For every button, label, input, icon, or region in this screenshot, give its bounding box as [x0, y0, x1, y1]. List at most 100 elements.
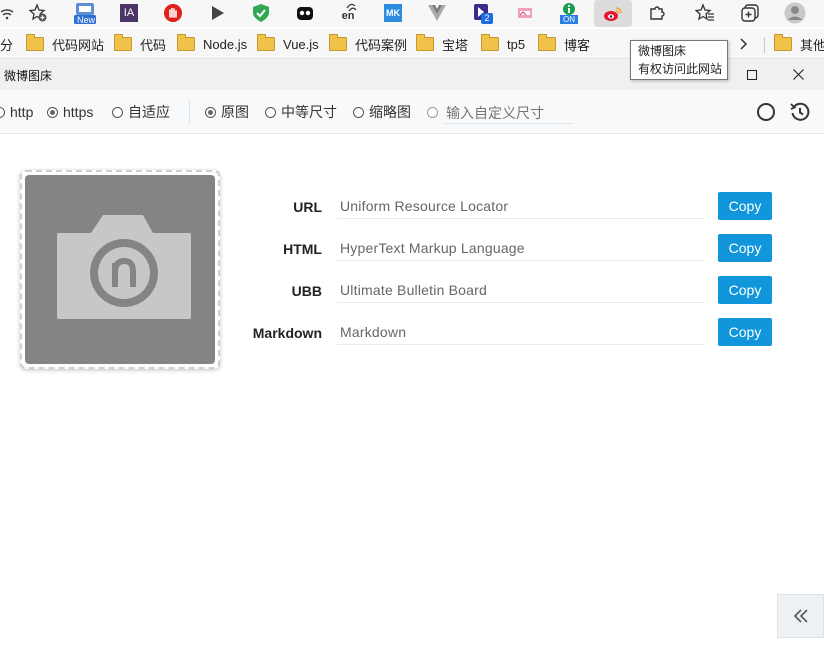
- other-bookmarks-folder[interactable]: 其他收: [774, 34, 824, 53]
- mk-icon[interactable]: MK: [382, 2, 404, 24]
- vue-devtools-icon[interactable]: [426, 2, 448, 24]
- play-icon[interactable]: [206, 2, 228, 24]
- other-bookmarks-label: 其他收: [800, 37, 824, 53]
- history-icon[interactable]: [789, 101, 811, 123]
- radio-icon: [112, 106, 123, 118]
- close-button[interactable]: [775, 59, 821, 90]
- new-badge-text: New: [76, 15, 95, 25]
- copy-html-button[interactable]: Copy: [718, 234, 772, 262]
- radio-label: https: [63, 104, 94, 120]
- image-drop-zone[interactable]: [20, 170, 220, 369]
- url-value-field[interactable]: Uniform Resource Locator: [337, 195, 705, 219]
- mk-icon-text: MK: [384, 4, 402, 22]
- row-label: Markdown: [252, 325, 322, 341]
- shield-check-icon[interactable]: [250, 2, 272, 24]
- size-custom-radio[interactable]: [427, 103, 443, 121]
- folder-icon: [26, 34, 44, 51]
- radio-label: http: [10, 104, 34, 120]
- image-placeholder: [25, 175, 215, 364]
- info-on-icon[interactable]: ON: [558, 2, 580, 24]
- bear-mask-icon[interactable]: [294, 2, 316, 24]
- ia-icon[interactable]: IA: [118, 2, 140, 24]
- bookmark-label: 代码案例: [355, 37, 408, 53]
- weibo-icon[interactable]: [594, 0, 632, 27]
- translate-icon[interactable]: en: [337, 2, 359, 24]
- radio-icon: [353, 106, 364, 118]
- collections-icon[interactable]: [739, 2, 761, 24]
- loading-circle-icon[interactable]: [755, 101, 777, 123]
- size-thumbnail-radio[interactable]: 缩略图: [353, 103, 411, 121]
- folder-icon: [329, 34, 347, 51]
- bookmark-folder[interactable]: 代码网站: [26, 34, 104, 53]
- radio-icon: [0, 106, 5, 118]
- protocol-https-radio[interactable]: https: [47, 103, 93, 121]
- protocol-http-radio[interactable]: http: [0, 103, 33, 121]
- copy-markdown-button[interactable]: Copy: [718, 318, 772, 346]
- markdown-value-field[interactable]: Markdown: [337, 321, 705, 345]
- radio-selected-icon: [47, 106, 58, 118]
- bookmark-folder[interactable]: 代码案例: [329, 34, 408, 53]
- profile-icon[interactable]: [784, 2, 806, 24]
- maximize-icon: [747, 69, 757, 80]
- bookmark-label: tp5: [507, 36, 526, 52]
- ubb-value-field[interactable]: Ultimate Bulletin Board: [337, 279, 705, 303]
- maximize-button[interactable]: [729, 59, 775, 90]
- bookmark-folder[interactable]: tp5: [481, 34, 526, 53]
- favorites-icon[interactable]: [694, 2, 716, 24]
- folder-icon: [257, 34, 275, 51]
- picture-icon[interactable]: [514, 2, 536, 24]
- bookmark-label: 代码: [140, 37, 167, 53]
- protocol-auto-radio[interactable]: 自适应: [112, 103, 170, 121]
- folder-icon: [538, 34, 556, 51]
- double-chevron-left-icon: [793, 609, 808, 623]
- toolbar-divider: [189, 100, 190, 124]
- row-label: UBB: [291, 283, 322, 299]
- bookmark-folder[interactable]: 代码: [114, 34, 167, 53]
- bookmark-label: 博客: [564, 37, 591, 53]
- info-on-badge: ON: [563, 15, 575, 24]
- copy-url-button[interactable]: Copy: [718, 192, 772, 220]
- wifi-icon[interactable]: [0, 2, 16, 24]
- ia-icon-text: IA: [120, 4, 138, 22]
- bookmarks-overflow-chevron-icon[interactable]: [738, 35, 748, 53]
- html-value-field[interactable]: HyperText Markup Language: [337, 237, 705, 261]
- tab-counter-icon[interactable]: 2: [471, 2, 493, 24]
- radio-icon: [427, 106, 438, 118]
- radio-label: 中等尺寸: [281, 104, 337, 120]
- bookmark-item[interactable]: 分: [0, 35, 13, 53]
- folder-icon: [177, 34, 195, 51]
- radio-icon: [265, 106, 276, 118]
- close-icon: [792, 69, 804, 80]
- custom-size-input[interactable]: [444, 103, 574, 124]
- row-label: HTML: [283, 241, 322, 257]
- popup-title: 微博图床: [4, 69, 53, 83]
- tooltip-title: 微博图床: [638, 44, 687, 58]
- tooltip-permission: 有权访问此网站: [638, 62, 723, 76]
- bookmark-label: 宝塔: [442, 37, 469, 53]
- extension-tooltip: 微博图床 有权访问此网站: [630, 40, 728, 80]
- bookmark-folder[interactable]: 博客: [538, 34, 591, 53]
- bookmark-folder[interactable]: Node.js: [177, 34, 247, 53]
- options-toolbar: http https 自适应 原图 中等尺寸 缩略图: [0, 90, 824, 134]
- size-medium-radio[interactable]: 中等尺寸: [265, 103, 337, 121]
- copy-ubb-button[interactable]: Copy: [718, 276, 772, 304]
- bookmarks-divider: [764, 37, 765, 53]
- collapse-button[interactable]: [777, 594, 824, 638]
- extensions-toolbar: New IA en MK 2 ON: [0, 0, 824, 27]
- bookmark-folder[interactable]: Vue.js: [257, 34, 319, 53]
- tab-count-badge: 2: [481, 13, 493, 24]
- bookmark-folder[interactable]: 宝塔: [416, 34, 469, 53]
- radio-label: 缩略图: [369, 104, 411, 120]
- folder-icon: [774, 34, 792, 51]
- hand-stop-icon[interactable]: [162, 2, 184, 24]
- star-add-icon[interactable]: [27, 2, 49, 24]
- row-label: URL: [293, 199, 322, 215]
- folder-icon: [481, 34, 499, 51]
- bookmark-label: 分: [0, 37, 14, 53]
- size-original-radio[interactable]: 原图: [205, 103, 249, 121]
- folder-icon: [114, 34, 132, 51]
- bookmark-label: Vue.js: [283, 36, 319, 52]
- puzzle-icon[interactable]: [646, 2, 668, 24]
- new-badge-icon[interactable]: New: [73, 2, 97, 25]
- radio-label: 原图: [221, 104, 249, 120]
